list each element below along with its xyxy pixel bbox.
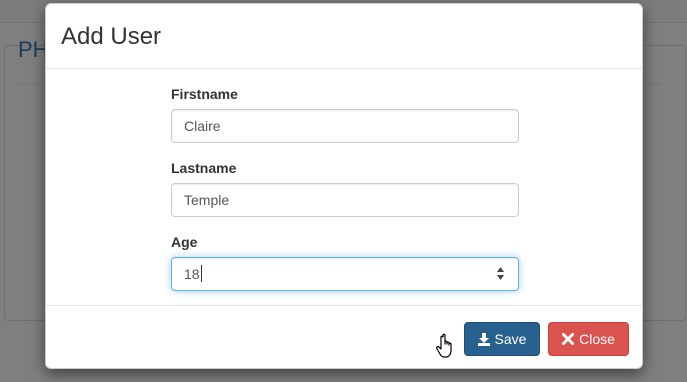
lastname-label: Lastname (171, 160, 237, 176)
age-group: Age (171, 234, 519, 291)
modal-title: Add User (61, 23, 162, 50)
age-input[interactable] (171, 257, 519, 291)
close-button[interactable]: Close (548, 322, 629, 356)
age-label: Age (171, 234, 198, 250)
save-button[interactable]: Save (464, 322, 540, 356)
modal-footer: Save Close (46, 305, 642, 369)
firstname-input[interactable] (171, 109, 519, 143)
download-icon (477, 332, 490, 346)
lastname-group: Lastname (171, 160, 519, 217)
close-button-label: Close (579, 331, 615, 347)
modal-header: Add User (46, 4, 642, 69)
firstname-label: Firstname (171, 86, 238, 102)
close-x-icon (562, 333, 575, 345)
lastname-input[interactable] (171, 183, 519, 217)
firstname-group: Firstname (171, 86, 519, 143)
save-button-label: Save (494, 331, 527, 347)
text-caret (201, 265, 202, 282)
age-input-wrapper (171, 257, 519, 291)
number-spinner-icon[interactable] (496, 265, 505, 282)
add-user-modal: Add User Firstname Lastname Age Save (45, 3, 643, 369)
